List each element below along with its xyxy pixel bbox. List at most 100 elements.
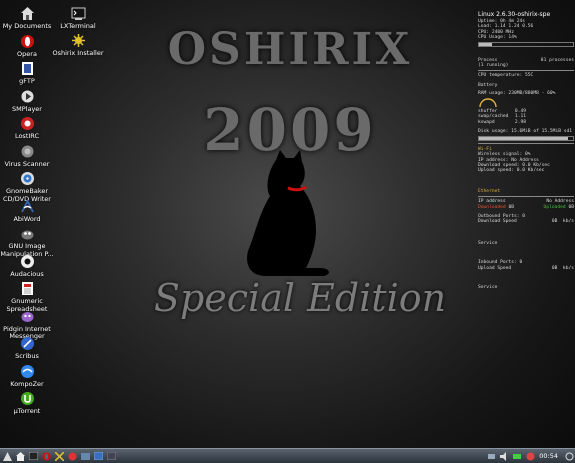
upload-speed-label: Upload Speed — [478, 265, 512, 271]
desktop-pager-2[interactable] — [106, 451, 117, 461]
kswapd-label: kswapd — [478, 119, 495, 125]
terminal-launcher[interactable] — [28, 451, 39, 461]
divider — [478, 70, 574, 72]
terminal-icon — [71, 7, 85, 20]
battery-icon — [513, 453, 522, 459]
kernel-title: Linux 2.6.30-oshirix-spe — [478, 11, 551, 18]
ram-gauge-icon — [479, 98, 497, 107]
desktop-icon-label: LXTerminal — [60, 22, 96, 30]
desktop-icon-label: µTorrent — [13, 407, 41, 415]
utorrent-icon — [20, 392, 34, 405]
desktop-icon-oshirix-installer[interactable]: Oshirix Installer — [48, 33, 108, 58]
audacious-icon — [20, 254, 34, 268]
installer-icon — [71, 34, 85, 47]
desktop-icon-kompozer[interactable]: KompoZer — [0, 364, 57, 389]
download-speed-label: Download Speed — [478, 219, 517, 225]
cpu-bar-fill — [479, 42, 493, 46]
desktop-icon-label: Audacious — [10, 269, 44, 278]
desktop-icon-label: Scribus — [15, 352, 39, 360]
downloaded-value: 0B — [508, 204, 514, 210]
kompozer-icon — [20, 364, 34, 378]
desktop-icon-audacious[interactable]: Audacious — [0, 254, 57, 279]
opera-icon — [42, 452, 51, 460]
disk-usage: Disk usage: 15.6MiB of 15.5MiB sd1 — [478, 129, 573, 135]
abiword-icon — [20, 198, 34, 212]
desktop-icon-label: AbiWord — [13, 214, 41, 223]
home-icon — [20, 7, 34, 20]
cpu-bar — [478, 41, 574, 47]
tools-icon — [55, 451, 64, 461]
tray-volume[interactable] — [499, 451, 510, 461]
cat-silhouette-icon — [247, 150, 329, 276]
upload-speed-value: 0B — [551, 265, 558, 271]
terminal-icon — [29, 452, 38, 460]
kswapd-value: 2.98 — [514, 119, 526, 125]
lostirc-icon — [20, 117, 34, 130]
desktop-icon-label: SMPlayer — [12, 104, 42, 113]
service-label: Service — [478, 284, 498, 290]
cpu-usage: CPU Usage: 14% — [478, 35, 517, 41]
desktop-icon-label: gFTP — [19, 77, 35, 85]
opera-icon — [20, 34, 34, 48]
desktop-icon-abiword[interactable]: AbiWord — [0, 198, 57, 224]
desktop-pager-icon — [94, 452, 103, 460]
process-count: 81 processes — [540, 57, 574, 63]
desktop-icon-virus-scanner[interactable]: Virus Scanner — [0, 144, 57, 169]
upload-speed-unit: kb/s — [562, 265, 574, 271]
home-launcher[interactable] — [15, 451, 26, 461]
folder-launcher[interactable] — [80, 451, 91, 461]
disk-bar-fill — [479, 136, 569, 140]
smplayer-icon — [21, 90, 33, 102]
player-icon — [68, 452, 77, 460]
uploaded-label: Uploaded — [543, 204, 566, 210]
desktop-icon-label: Virus Scanner — [4, 159, 50, 168]
volume-icon — [500, 451, 507, 461]
home-icon — [16, 451, 25, 461]
disk-bar — [478, 135, 574, 141]
tray-battery[interactable] — [512, 451, 523, 461]
pidgin-icon — [21, 311, 33, 322]
divider — [478, 196, 574, 198]
download-speed-value: 0B — [551, 219, 558, 225]
divider — [478, 142, 574, 144]
gftp-icon — [21, 62, 33, 75]
logout-button[interactable] — [564, 451, 575, 461]
desktop-pager-1[interactable] — [93, 451, 104, 461]
desktop-icon-lostirc[interactable]: LostIRC — [0, 116, 57, 141]
ethernet-heading: Ethernet — [478, 188, 501, 194]
system-monitor: Linux 2.6.30-oshirix-spe Uptime: 0h 4m 2… — [478, 11, 574, 290]
clock[interactable]: 00:54 — [539, 452, 558, 460]
virus-scanner-icon — [21, 145, 33, 157]
logout-icon — [565, 452, 574, 460]
tray-network[interactable] — [486, 451, 497, 461]
menu-button[interactable] — [2, 451, 13, 461]
desktop-icon-label: LostIRC — [14, 132, 40, 140]
menu-icon — [3, 451, 12, 461]
taskbar: 00:54 — [0, 448, 575, 463]
gnomebaker-icon — [20, 172, 34, 185]
desktop-icon-smplayer[interactable]: SMPlayer — [0, 89, 57, 114]
folder-icon — [81, 453, 90, 460]
updates-icon — [526, 452, 535, 460]
gimp-icon — [21, 230, 33, 240]
scribus-icon — [20, 337, 34, 350]
tools-launcher[interactable] — [54, 451, 65, 461]
desktop-icon--torrent[interactable]: µTorrent — [0, 391, 57, 416]
wallpaper-subtitle: Special Edition — [153, 276, 447, 320]
desktop-icon-gftp[interactable]: gFTP — [0, 61, 57, 86]
desktop-icon-lxterminal[interactable]: LXTerminal — [48, 6, 108, 31]
downloaded-label: Downloaded — [478, 204, 506, 210]
network-icon — [488, 453, 496, 459]
desktop-pager-icon — [107, 452, 116, 460]
opera-launcher[interactable] — [41, 451, 52, 461]
system-tray: 00:54 — [484, 451, 575, 461]
process-running: (1 running) — [478, 63, 509, 69]
desktop-icon-label: Oshirix Installer — [52, 49, 104, 57]
wallpaper-title: OSHIRIX — [167, 24, 413, 75]
uploaded-value: 0B — [568, 204, 574, 210]
tray-updates[interactable] — [525, 451, 536, 461]
download-speed-unit: kb/s — [562, 219, 574, 225]
gnumeric-icon — [21, 282, 33, 295]
desktop-icon-scribus[interactable]: Scribus — [0, 336, 57, 361]
player-launcher[interactable] — [67, 451, 78, 461]
